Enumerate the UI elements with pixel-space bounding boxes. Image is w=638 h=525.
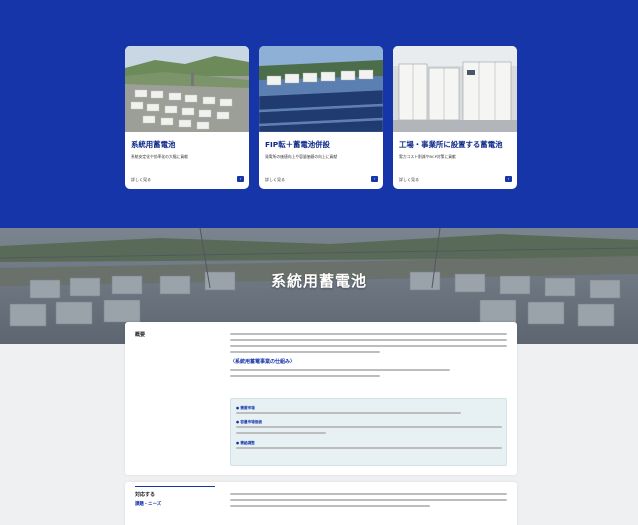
card-factory-battery[interactable]: 工場・事業所に設置する蓄電池 電力コスト削減やBCP対策に貢献 詳しく見る › — [393, 46, 517, 189]
bullet-demand-market: ● 需要市場 — [236, 406, 255, 410]
bullet-balancing-market: ● 需給調整 — [236, 441, 255, 445]
hero-title: 系統用蓄電池 — [270, 272, 367, 290]
card-more-link[interactable]: 詳しく見る — [265, 177, 285, 183]
page: 系統用蓄電池 系統安定化や効率化の大幅に貢献 詳しく見る › FIP転＋蓄電池併… — [0, 0, 638, 525]
bullet-capacity-market: ● 容量市場価値 — [236, 420, 262, 424]
card-description: 電力コスト削減やBCP対策に貢献 — [399, 154, 456, 159]
card-photo-factory-battery — [393, 46, 517, 132]
arrow-right-icon[interactable]: › — [371, 176, 378, 182]
card-description: 系統安定化や効率化の大幅に貢献 — [131, 154, 188, 159]
needs-divider — [135, 486, 215, 487]
needs-panel — [125, 482, 517, 525]
overview-label: 概要 — [135, 332, 146, 338]
card-grid-battery[interactable]: 系統用蓄電池 系統安定化や効率化の大幅に貢献 詳しく見る › — [125, 46, 249, 189]
mechanism-heading: 〈系統用蓄電事業の仕組み〉 — [230, 359, 296, 365]
card-title: 系統用蓄電池 — [131, 140, 176, 149]
card-photo-fip-battery — [259, 46, 383, 132]
card-description: 発電所の価値向上や容量価値の向上に貢献 — [265, 154, 338, 159]
needs-label-line2: 課題・ニーズ — [135, 502, 162, 507]
arrow-right-icon[interactable]: › — [237, 176, 244, 182]
card-photo-grid-battery — [125, 46, 249, 132]
product-cards-section: 系統用蓄電池 系統安定化や効率化の大幅に貢献 詳しく見る › FIP転＋蓄電池併… — [0, 0, 638, 228]
arrow-right-icon[interactable]: › — [505, 176, 512, 182]
card-more-link[interactable]: 詳しく見る — [131, 177, 151, 183]
card-fip-battery[interactable]: FIP転＋蓄電池併設 発電所の価値向上や容量価値の向上に貢献 詳しく見る › — [259, 46, 383, 189]
card-more-link[interactable]: 詳しく見る — [399, 177, 419, 183]
card-title: FIP転＋蓄電池併設 — [265, 140, 330, 149]
card-title: 工場・事業所に設置する蓄電池 — [399, 140, 503, 149]
needs-label-line1: 対応する — [135, 492, 156, 498]
